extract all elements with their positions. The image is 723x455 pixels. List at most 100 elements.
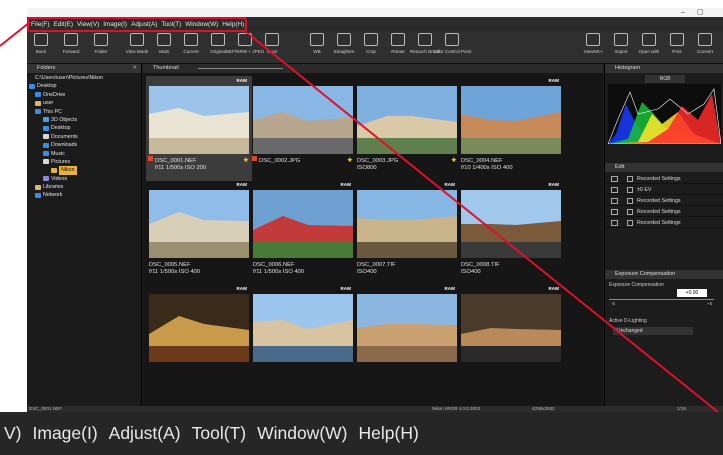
toolbar-button[interactable]: Rotate xyxy=(384,33,412,54)
folder-item[interactable]: Network xyxy=(27,191,142,199)
thumbnail-size-slider[interactable] xyxy=(198,68,283,69)
edit-row[interactable]: Recorded Settings xyxy=(605,174,723,184)
folder-item[interactable]: Downloads xyxy=(27,141,142,149)
folder-item[interactable]: 3D Objects xyxy=(27,116,142,124)
toolbar-button[interactable]: Forward xyxy=(57,33,85,54)
folder-item[interactable]: Pictures xyxy=(27,158,142,166)
toolbar-button[interactable]: Straighten xyxy=(330,33,358,54)
folder-icon xyxy=(51,167,57,173)
maximize-button[interactable]: ▢ xyxy=(697,8,704,17)
thumbnail-image[interactable] xyxy=(149,86,249,154)
folder-label: Downloads xyxy=(51,142,78,149)
dlighting-select[interactable]: Unchanged xyxy=(613,327,693,335)
thumbnail-cell[interactable]: RAW DSC_0004.NEF f/10 1/400s ISO 400 xyxy=(458,76,564,181)
channel-select[interactable]: RGB xyxy=(645,75,685,83)
thumbnail-image[interactable] xyxy=(149,190,249,258)
folder-item[interactable]: user xyxy=(27,99,142,107)
folder-path[interactable]: C:\Users\user\Pictures\Nikon xyxy=(27,74,142,82)
thumbnail-cell[interactable]: RAW DSC_0007.TIF ISO400 xyxy=(354,180,460,285)
toolbar-button[interactable]: ViewNX-i xyxy=(579,33,607,54)
adjust-checkbox[interactable] xyxy=(627,187,633,193)
menu-highlight-box xyxy=(27,17,247,32)
thumbnail-image[interactable] xyxy=(357,86,457,154)
thumbnail-image[interactable] xyxy=(461,190,561,258)
thumbnail-cell[interactable]: RAW DSC_0006.NEF f/11 1/500s ISO 400 xyxy=(250,180,356,285)
folder-label: Libraries xyxy=(43,184,64,191)
edit-row[interactable]: Recorded Settings xyxy=(605,207,723,217)
thumbnail-image[interactable] xyxy=(253,294,353,362)
folder-item[interactable]: Desktop xyxy=(27,82,142,90)
thumbnail-image[interactable] xyxy=(461,294,561,362)
toolbar-button[interactable]: Folder xyxy=(87,33,115,54)
folder-item[interactable]: This PC xyxy=(27,108,142,116)
thumbnail-cell[interactable]: RAW DSC_0008.TIF ISO400 xyxy=(458,180,564,285)
minimize-button[interactable]: – xyxy=(681,8,685,17)
thumbnail-exif: ISO400 xyxy=(461,268,481,275)
thumbnail-cell[interactable]: ★ DSC_0003.JPG ISO800 xyxy=(354,76,460,181)
folder-icon xyxy=(35,100,41,106)
thumbnail-image[interactable] xyxy=(357,294,457,362)
thumbnail-image[interactable] xyxy=(357,190,457,258)
toolbar-button[interactable]: View Mode xyxy=(123,33,151,54)
toolbar-button[interactable]: Color Control Point xyxy=(433,33,471,54)
adjust-icon xyxy=(611,187,618,193)
edit-row-label: Recorded Settings xyxy=(637,209,681,215)
close-icon[interactable]: ✕ xyxy=(132,64,137,73)
thumbnail-cell[interactable]: RAW xyxy=(250,284,356,389)
rating-star-icon: ★ xyxy=(450,157,457,164)
thumbnail-cell[interactable]: RAW xyxy=(354,284,460,389)
toolbar-button[interactable]: Convert xyxy=(691,33,719,54)
toolbar-button[interactable]: Multi xyxy=(150,33,178,54)
dlighting-value: Unchanged xyxy=(617,328,643,334)
folder-item[interactable]: OneDrive xyxy=(27,91,142,99)
adjust-checkbox[interactable] xyxy=(627,176,633,182)
edit-row[interactable]: Recorded Settings xyxy=(605,218,723,228)
thumbnail-image[interactable] xyxy=(253,190,353,258)
toolbar-button[interactable]: Print xyxy=(663,33,691,54)
toolbar-label: Open with xyxy=(638,49,660,54)
adjust-checkbox[interactable] xyxy=(627,198,633,204)
toolbar-button[interactable]: Crop xyxy=(357,33,385,54)
edit-row[interactable]: ±0 EV xyxy=(605,185,723,195)
thumbnail-caption: DSC_0003.JPG ISO800 xyxy=(357,158,398,171)
raw-badge: RAW xyxy=(340,286,352,291)
toolbar-button[interactable]: NEF/NRW + JPEG xyxy=(226,33,264,54)
thumbnail-cell[interactable]: RAW DSC_0005.NEF f/11 1/500s ISO 400 xyxy=(146,180,252,285)
thumbnail-image[interactable] xyxy=(461,86,561,154)
thumbnail-filename: DSC_0007.TIF xyxy=(357,262,396,268)
toolbar-button[interactable]: WB xyxy=(303,33,331,54)
edit-row[interactable]: Recorded Settings xyxy=(605,196,723,206)
toolbar-button[interactable]: Current xyxy=(177,33,205,54)
adjust-checkbox[interactable] xyxy=(627,220,633,226)
exposure-slider[interactable] xyxy=(609,299,714,300)
toolbar-button[interactable]: Open with xyxy=(635,33,663,54)
toolbar-label: Dual xyxy=(267,49,277,54)
thumbnail-cell[interactable]: RAW ★ DSC_0001.NEF f/11 1/500s ISO 200 xyxy=(146,76,252,181)
raw-badge: RAW xyxy=(236,78,248,83)
adjust-checkbox[interactable] xyxy=(627,209,633,215)
toolbar-button[interactable]: Dual xyxy=(258,33,286,54)
thumbnail-cell[interactable]: RAW xyxy=(146,284,252,389)
toolbar-button[interactable]: Import xyxy=(607,33,635,54)
thumbnail-cell[interactable]: RAW xyxy=(458,284,564,389)
folder-item[interactable]: Videos xyxy=(27,175,142,183)
exposure-value-field[interactable]: +0.00 xyxy=(677,289,707,297)
channel-value: RGB xyxy=(659,76,671,82)
folders-header: Folders ✕ xyxy=(27,64,141,73)
toolbar-icon xyxy=(157,33,171,46)
folder-item[interactable]: Documents xyxy=(27,133,142,141)
folder-item[interactable]: Libraries xyxy=(27,183,142,191)
zoomed-menu-item: Tool(T) xyxy=(191,423,247,443)
folder-icon xyxy=(35,92,41,98)
thumbnail-cell[interactable]: ★ DSC_0002.JPG xyxy=(250,76,356,181)
histogram-title: Histogram xyxy=(615,65,641,71)
thumbnail-caption: DSC_0006.NEF f/11 1/500s ISO 400 xyxy=(253,262,304,275)
thumbnail-caption: DSC_0002.JPG xyxy=(259,158,300,165)
folder-item[interactable]: Desktop xyxy=(27,124,142,132)
toolbar-button[interactable]: Back xyxy=(27,33,55,54)
edit-title: Edit xyxy=(615,164,625,170)
thumbnail-image[interactable] xyxy=(149,294,249,362)
folder-item[interactable]: Nikon xyxy=(27,166,142,175)
thumbnail-image[interactable] xyxy=(253,86,353,154)
folder-item[interactable]: Music xyxy=(27,150,142,158)
